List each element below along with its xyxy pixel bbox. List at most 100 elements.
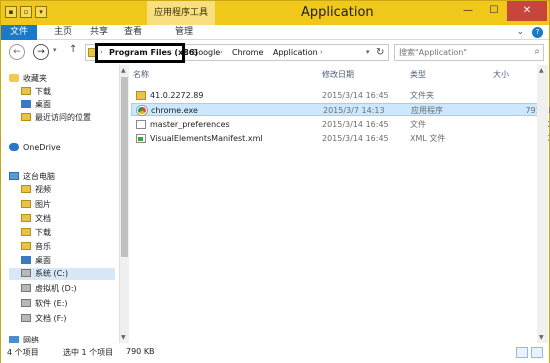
- file-name: master_preferences: [150, 120, 230, 129]
- breadcrumb-separator-icon[interactable]: ›: [220, 45, 223, 60]
- minimize-button[interactable]: —: [455, 1, 481, 21]
- breadcrumb-separator-icon[interactable]: ›: [320, 45, 323, 60]
- scrollbar-thumb[interactable]: [121, 77, 128, 257]
- window-controls: — ☐ ✕: [455, 1, 547, 21]
- nav-item-downloads[interactable]: 下载: [21, 86, 51, 98]
- folder-icon: [21, 228, 31, 236]
- forward-button[interactable]: →: [33, 44, 49, 60]
- search-input[interactable]: [399, 45, 529, 60]
- breadcrumb-separator-icon[interactable]: ›: [261, 45, 264, 60]
- file-icon: [136, 120, 146, 129]
- file-date: 2015/3/14 16:45: [322, 120, 389, 129]
- nav-item-drive-c[interactable]: 系统 (C:): [9, 268, 115, 280]
- nav-item-label: 视频: [35, 185, 51, 194]
- recent-locations-dropdown-icon[interactable]: ▾: [53, 46, 57, 54]
- address-dropdown-icon[interactable]: ▾: [366, 48, 370, 56]
- close-button[interactable]: ✕: [507, 1, 547, 21]
- help-icon[interactable]: ?: [532, 27, 543, 38]
- nav-item-drive-f[interactable]: 文档 (F:): [21, 313, 66, 325]
- explorer-window: ▪ ▫ ▾ 应用程序工具 Application — ☐ ✕ 文件 主页 共享 …: [0, 0, 550, 363]
- search-icon[interactable]: ⌕: [534, 46, 540, 57]
- nav-item-label: 系统 (C:): [35, 269, 69, 278]
- breadcrumb-google[interactable]: Google: [192, 45, 220, 60]
- scroll-down-icon[interactable]: ▼: [539, 334, 544, 341]
- nav-item-onedrive[interactable]: OneDrive: [9, 142, 61, 154]
- maximize-button[interactable]: ☐: [481, 1, 507, 21]
- file-list: 名称 修改日期 类型 大小 41.0.2272.89 2015/3/14 16:…: [131, 65, 550, 343]
- chrome-icon: [137, 106, 147, 115]
- quick-access-toolbar: ▪ ▫ ▾: [5, 6, 47, 18]
- address-bar[interactable]: › Program Files (x86) › Google › Chrome …: [85, 43, 389, 63]
- expand-ribbon-icon[interactable]: ⌄: [516, 27, 524, 38]
- nav-item-label: 这台电脑: [23, 172, 55, 181]
- nav-item-drive-e[interactable]: 软件 (E:): [21, 298, 68, 310]
- column-header-type[interactable]: 类型: [410, 69, 426, 81]
- nav-item-label: 下载: [35, 87, 51, 96]
- nav-item-label: 软件 (E:): [35, 299, 68, 308]
- file-date: 2015/3/14 16:45: [322, 134, 389, 143]
- file-name: 41.0.2272.89: [150, 91, 204, 100]
- file-date: 2015/3/7 14:13: [323, 106, 385, 115]
- column-header-name[interactable]: 名称: [133, 69, 149, 81]
- up-button[interactable]: ↑: [69, 44, 77, 55]
- file-row[interactable]: VisualElementsManifest.xml 2015/3/14 16:…: [131, 132, 550, 145]
- breadcrumb-application[interactable]: Application: [273, 45, 318, 60]
- search-box[interactable]: ⌕: [394, 44, 544, 61]
- file-row-selected[interactable]: chrome.exe 2015/3/7 14:13 应用程序 791 KB: [131, 103, 550, 116]
- file-name: VisualElementsManifest.xml: [150, 134, 263, 143]
- tab-manage[interactable]: 管理: [167, 25, 201, 40]
- nav-item-recent[interactable]: 最近访问的位置: [21, 112, 91, 124]
- breadcrumb-separator-icon[interactable]: ›: [100, 45, 103, 60]
- column-header-date[interactable]: 修改日期: [322, 69, 354, 81]
- title-bar: ▪ ▫ ▾ 应用程序工具 Application — ☐ ✕: [1, 1, 549, 25]
- new-folder-icon[interactable]: ▫: [20, 6, 32, 18]
- nav-item-label: 文档 (F:): [35, 314, 67, 323]
- nav-item-label: 网络: [23, 336, 39, 343]
- refresh-icon[interactable]: ↻: [376, 47, 384, 58]
- nav-item-favorites[interactable]: 收藏夹: [9, 73, 47, 85]
- scroll-down-icon[interactable]: ▼: [121, 334, 126, 341]
- file-list-scrollbar[interactable]: ▲ ▼: [537, 65, 548, 343]
- nav-item-label: 收藏夹: [23, 74, 47, 83]
- nav-item-videos[interactable]: 视频: [21, 184, 51, 196]
- details-view-icon[interactable]: [516, 347, 528, 358]
- nav-pane-scrollbar[interactable]: ▲ ▼: [119, 65, 129, 343]
- scroll-up-icon[interactable]: ▲: [539, 67, 544, 74]
- nav-item-drive-d[interactable]: 虚拟机 (D:): [21, 283, 77, 295]
- file-row[interactable]: master_preferences 2015/3/14 16:45 文件 1 …: [131, 118, 550, 131]
- scroll-up-icon[interactable]: ▲: [121, 67, 126, 74]
- tab-file[interactable]: 文件: [1, 25, 37, 40]
- file-type: 文件夹: [410, 91, 434, 100]
- large-icons-view-icon[interactable]: [531, 347, 543, 358]
- nav-item-desktop-pc[interactable]: 桌面: [21, 255, 51, 267]
- folder-icon: [21, 185, 31, 193]
- xml-icon: [136, 134, 146, 143]
- column-header-size[interactable]: 大小: [493, 69, 509, 81]
- nav-item-label: 最近访问的位置: [35, 113, 91, 122]
- customize-qat-icon[interactable]: ▾: [35, 6, 47, 18]
- nav-item-music[interactable]: 音乐: [21, 241, 51, 253]
- nav-item-pictures[interactable]: 图片: [21, 199, 51, 211]
- status-bar: 4 个项目 选中 1 个项目 790 KB: [1, 343, 549, 363]
- nav-item-this-pc[interactable]: 这台电脑: [9, 171, 55, 183]
- nav-item-documents[interactable]: 文档: [21, 213, 51, 225]
- window-title: Application: [301, 5, 374, 20]
- breadcrumb-chrome[interactable]: Chrome: [232, 45, 263, 60]
- tab-home[interactable]: 主页: [48, 25, 78, 40]
- nav-item-label: 文档: [35, 214, 51, 223]
- nav-item-network[interactable]: 网络: [9, 335, 39, 343]
- breadcrumb-program-files[interactable]: Program Files (x86): [109, 45, 198, 60]
- ribbon-tabs: 文件 主页 共享 查看 管理: [1, 25, 549, 40]
- tab-view[interactable]: 查看: [118, 25, 148, 40]
- folder-icon: [21, 214, 31, 222]
- properties-icon[interactable]: ▪: [5, 6, 17, 18]
- nav-item-desktop[interactable]: 桌面: [21, 99, 51, 111]
- nav-item-label: OneDrive: [23, 143, 61, 152]
- nav-item-downloads-pc[interactable]: 下载: [21, 227, 51, 239]
- drive-icon: [21, 284, 31, 292]
- file-row[interactable]: 41.0.2272.89 2015/3/14 16:45 文件夹: [131, 89, 547, 102]
- file-type: 文件: [410, 120, 426, 129]
- tab-share[interactable]: 共享: [84, 25, 114, 40]
- context-tab-app-tools[interactable]: 应用程序工具: [147, 1, 215, 25]
- back-button[interactable]: ←: [9, 44, 25, 60]
